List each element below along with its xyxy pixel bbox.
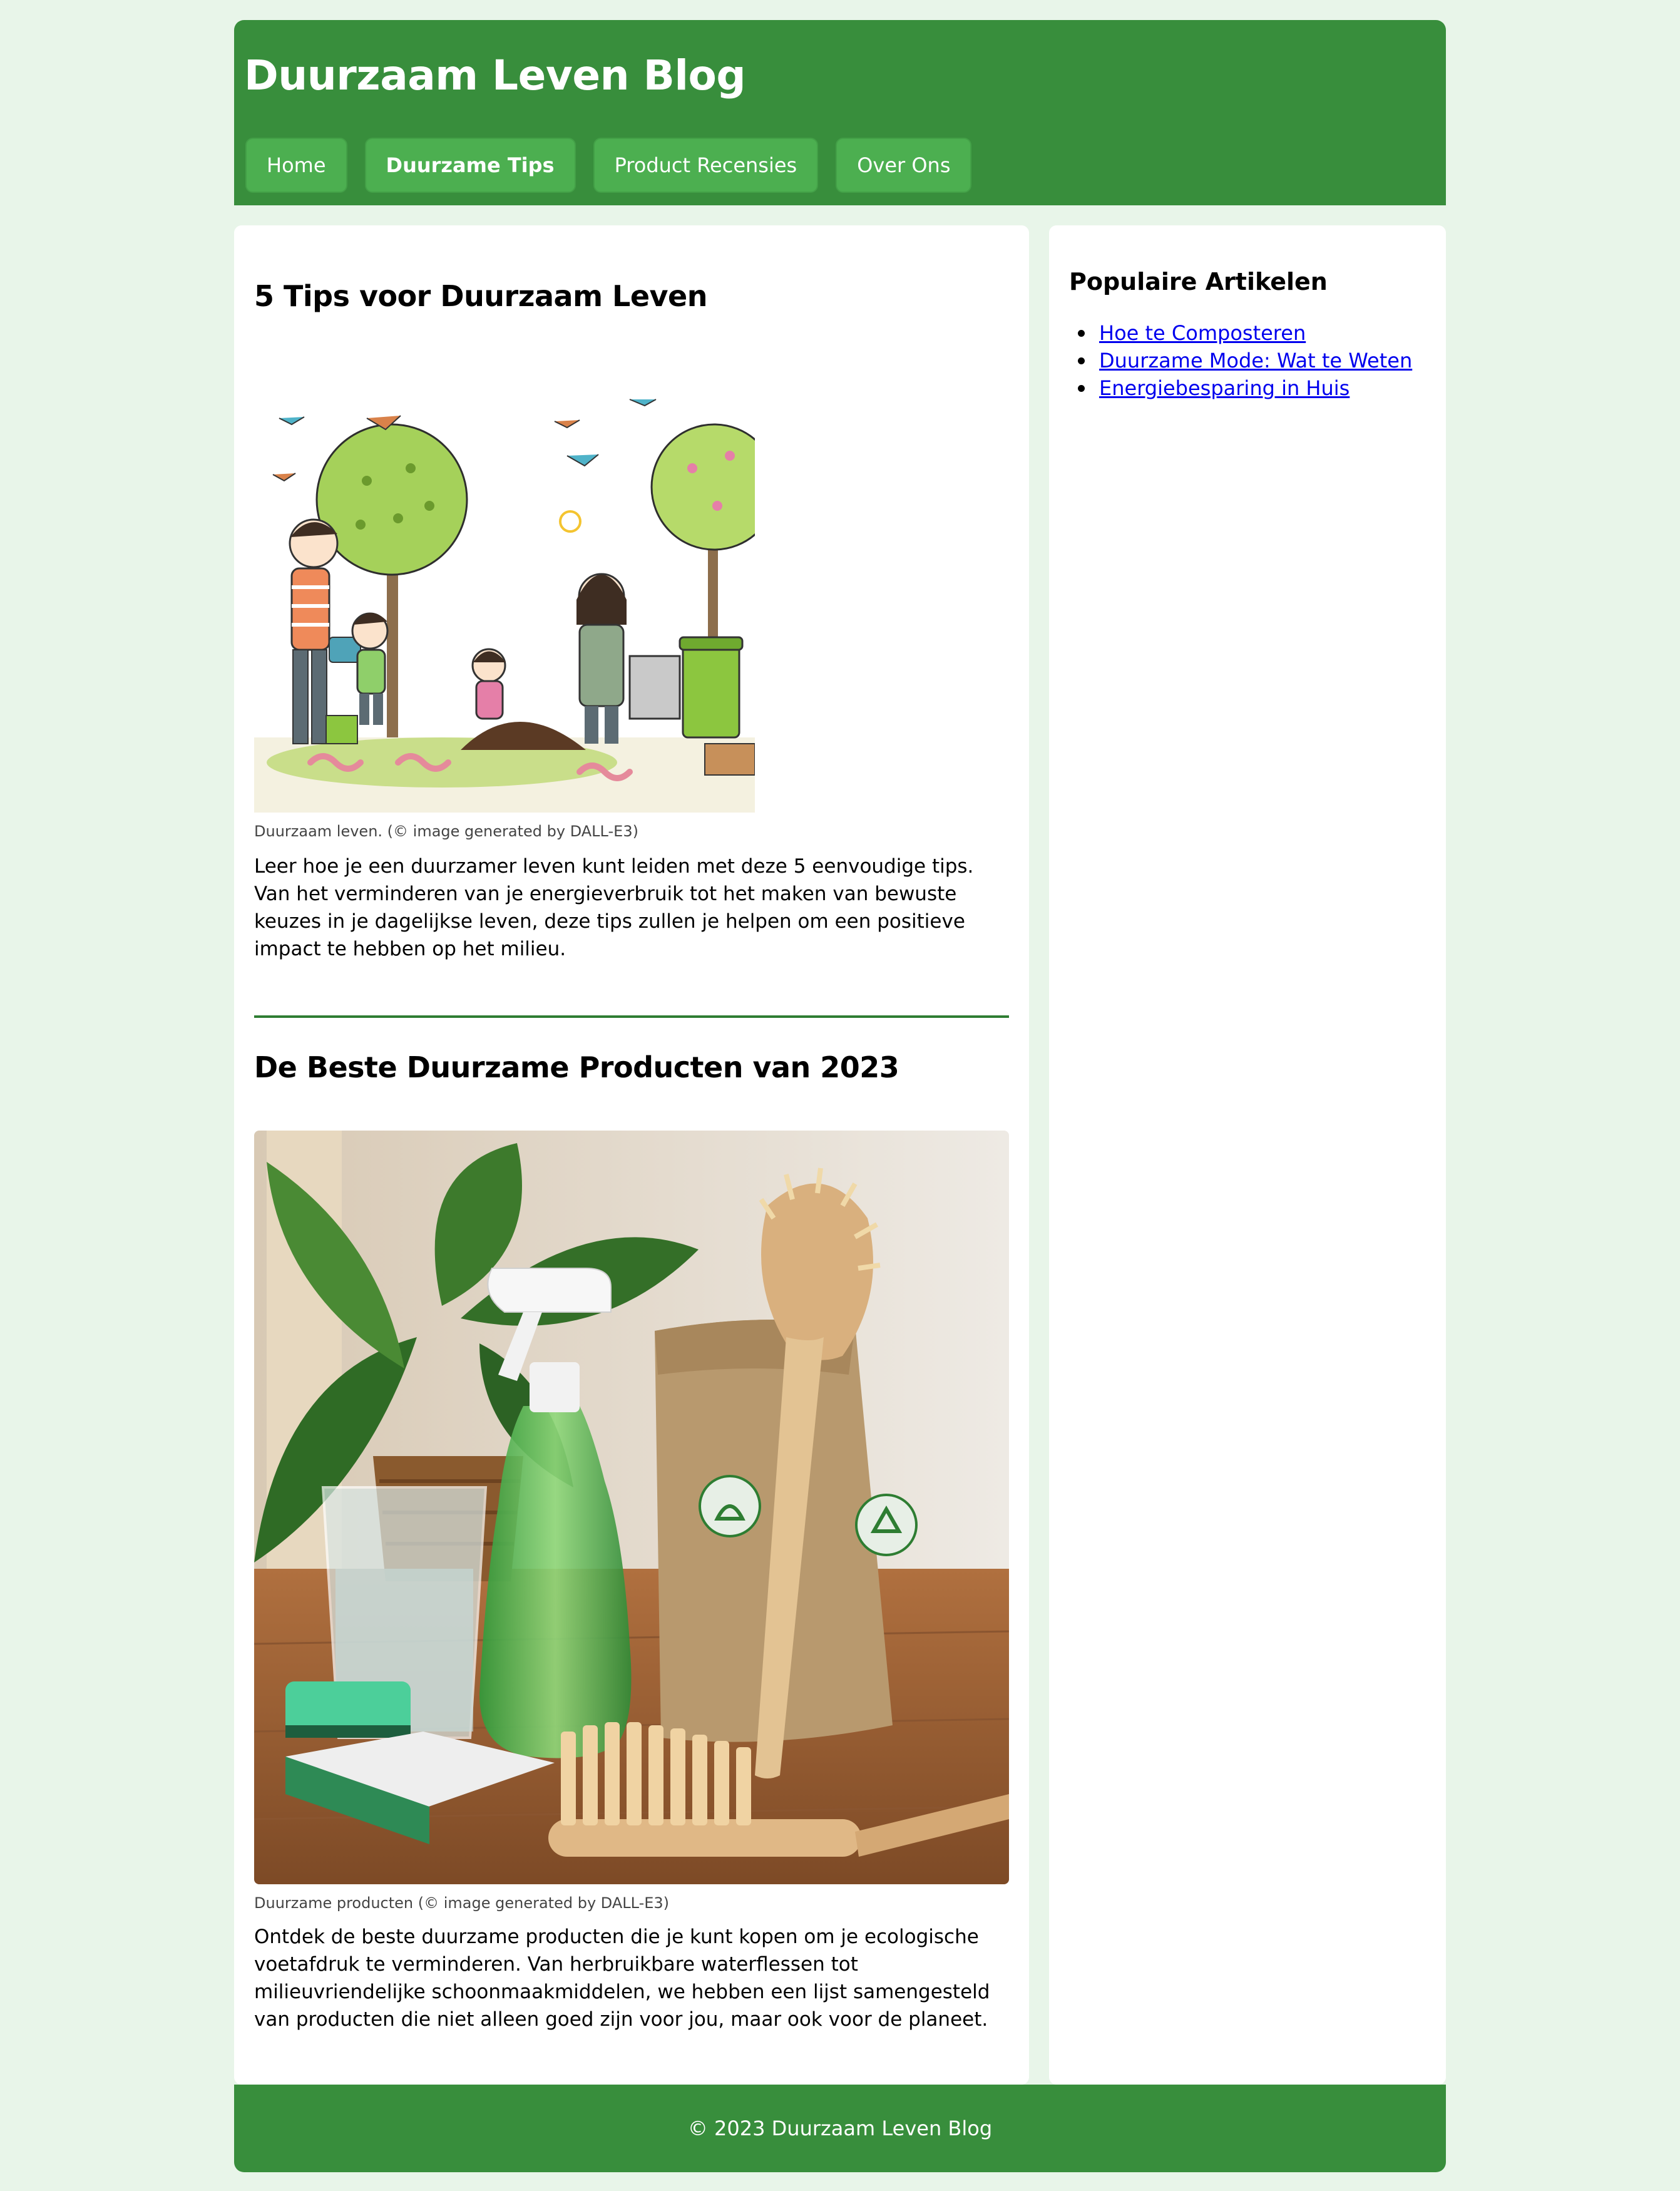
list-item: Energiebesparing in Huis [1077,374,1412,402]
sidebar-title: Populaire Artikelen [1069,268,1328,295]
nav-product-recensies-button[interactable]: Product Recensies [593,138,819,193]
article-1-title: 5 Tips voor Duurzaam Leven [254,279,708,313]
site-footer: © 2023 Duurzaam Leven Blog [234,2085,1446,2172]
article-2-body: Ontdek de beste duurzame producten die j… [254,1926,990,2031]
popular-link-composteren[interactable]: Hoe te Composteren [1099,321,1306,345]
article-2-image [254,1131,1009,1884]
main-nav: Home Duurzame Tips Product Recensies Ove… [245,138,972,193]
popular-link-duurzame-mode[interactable]: Duurzame Mode: Wat te Weten [1099,349,1412,372]
main-column: 5 Tips voor Duurzaam Leven Duurzaam leve… [234,225,1029,2085]
footer-copyright: © 2023 Duurzaam Leven Blog [687,2117,993,2140]
article-2-title: De Beste Duurzame Producten van 2023 [254,1050,899,1084]
article-1-caption: Duurzaam leven. (© image generated by DA… [254,823,638,840]
list-item: Hoe te Composteren [1077,319,1412,347]
popular-link-energiebesparing[interactable]: Energiebesparing in Huis [1099,376,1350,400]
sidebar: Populaire Artikelen Hoe te Composteren D… [1049,225,1446,2085]
list-item: Duurzame Mode: Wat te Weten [1077,347,1412,374]
article-1-body: Leer hoe je een duurzamer leven kunt lei… [254,855,974,960]
nav-over-ons-button[interactable]: Over Ons [836,138,972,193]
page-container: Duurzaam Leven Blog Home Duurzame Tips P… [234,20,1446,2172]
article-divider [254,1015,1009,1018]
article-1-image [254,387,755,813]
nav-duurzame-tips-button[interactable]: Duurzame Tips [364,138,576,193]
popular-articles-list: Hoe te Composteren Duurzame Mode: Wat te… [1077,319,1412,402]
site-header: Duurzaam Leven Blog Home Duurzame Tips P… [234,20,1446,205]
article-2-caption: Duurzame producten (© image generated by… [254,1894,670,1912]
content-area: 5 Tips voor Duurzaam Leven Duurzaam leve… [234,225,1446,2085]
nav-home-button[interactable]: Home [245,138,347,193]
site-title: Duurzaam Leven Blog [244,51,746,100]
